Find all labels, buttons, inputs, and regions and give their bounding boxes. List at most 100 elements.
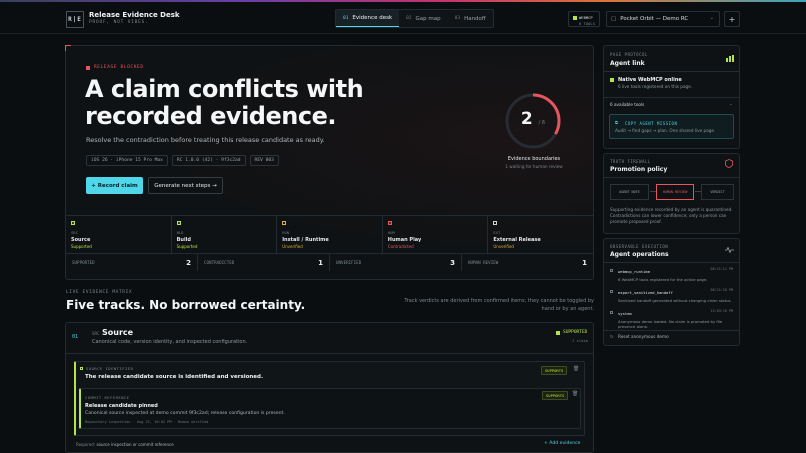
track-status-icon — [176, 221, 181, 225]
truth-tag: TRUTH FIREWALL — [610, 159, 651, 164]
status-square-icon — [86, 65, 90, 70]
tab-handoff[interactable]: 03 Handoff — [448, 10, 493, 27]
build-chips: iOS 26 · iPhone 15 Pro Max RC 1.0.0 (42)… — [86, 155, 279, 166]
log-checkbox-icon — [610, 269, 613, 272]
truth-title: Promotion policy — [610, 166, 668, 173]
matrix-tag: LIVE EVIDENCE MATRIX — [66, 290, 133, 295]
track-build[interactable]: BLD Build Supported — [172, 216, 278, 253]
project-select[interactable]: ▢ Pocket Orbit — Demo RC ⌄ — [606, 11, 720, 27]
device-chip: iOS 26 · iPhone 15 Pro Max — [86, 155, 168, 166]
track-external-release[interactable]: EXT External Release Unverified — [488, 216, 593, 253]
reset-icon: ↻ — [610, 334, 614, 339]
copy-icon: ⧉ — [615, 120, 618, 125]
track-status-badge: SUPPORTED — [556, 330, 587, 335]
track-code: SRC — [92, 331, 100, 336]
track-status-icon — [387, 221, 392, 225]
track-status-icon — [71, 221, 75, 225]
copy-mission-label: COPY AGENT MISSION — [625, 121, 678, 126]
track-human-play[interactable]: HUM Human Play Contradicted — [383, 216, 489, 253]
ops-item: webmcp_runtime 08:21:11 PM 6 WebMCP tool… — [610, 267, 733, 282]
app-logo: R|E — [66, 11, 84, 28]
protocol-title: Agent link — [610, 60, 645, 67]
flow-agent-note: AGENT NOTE — [610, 184, 649, 200]
trash-icon[interactable]: 🗑 — [573, 366, 579, 372]
status-badge: RELEASE BLOCKED — [86, 65, 144, 70]
webmcp-online-sub: 6 live tools registered on this page. — [618, 84, 693, 89]
truth-text: Supporting evidence recorded by an agent… — [610, 207, 733, 224]
summary-supported: SUPPORTED 2 — [66, 254, 198, 271]
page-headline: A claim conflicts with recorded evidence… — [85, 75, 364, 130]
receipt-meta: Repository inspection · Aug 21, 10:02 PM… — [85, 420, 209, 424]
record-claim-button[interactable]: + Record claim — [86, 177, 143, 194]
summary-human-review: HUMAN REVIEW 1 — [468, 258, 587, 267]
verdict-summary: SUPPORTED 2 CONTRADICTED 1 UNVERIFIED 3 HUM… — [66, 253, 593, 271]
summary-contradicted: CONTRADICTED 1 — [198, 254, 330, 271]
corner-accent — [65, 45, 71, 51]
reset-demo-button[interactable]: Reset anonymous demo — [618, 334, 669, 340]
track-number: 01 — [72, 334, 79, 340]
main-tabs: 01 Evidence desk 02 Gap map 03 Handoff — [335, 9, 494, 28]
protocol-tag: PAGE PROTOCOL — [610, 52, 648, 57]
status-dot-icon — [573, 16, 577, 20]
generate-next-steps-button[interactable]: Generate next steps → — [148, 177, 223, 194]
claim-title: The release candidate source is identifi… — [85, 374, 264, 380]
divider — [604, 177, 739, 178]
add-button[interactable]: + — [724, 11, 740, 27]
chevron-down-icon: ⌄ — [709, 15, 714, 21]
tab-gap-map[interactable]: 02 Gap map — [399, 10, 448, 27]
divider — [604, 97, 739, 98]
project-icon: ▢ — [611, 16, 617, 22]
divider — [604, 71, 739, 72]
claim-label: SOURCE IDENTIFIED — [80, 366, 133, 371]
status-square-icon — [556, 330, 560, 335]
track-subtitle: Canonical code, version identity, and in… — [92, 339, 248, 345]
receipt-title: Release candidate pinned — [85, 403, 158, 409]
receipt-supports-pill: SUPPORTS — [542, 391, 569, 400]
copy-mission-sub: Audit → find gaps → plan. One shared liv… — [615, 128, 716, 133]
add-evidence-button[interactable]: + Add evidence — [544, 441, 581, 446]
checkbox-icon — [80, 367, 83, 370]
summary-unverified: UNVERIFIED 3 — [330, 254, 462, 271]
online-dot-icon — [610, 78, 614, 82]
ring-value: 2 / 6 — [520, 109, 546, 129]
divider — [604, 330, 739, 331]
activity-icon — [725, 247, 734, 253]
matrix-title: Five tracks. No borrowed certainty. — [66, 298, 306, 312]
track-status-icon — [282, 221, 287, 225]
track-status-icon — [493, 221, 498, 225]
ring-sublabel: 1 waiting for human review — [505, 164, 563, 169]
supports-pill: SUPPORTS — [541, 366, 568, 375]
matrix-note: Track verdicts are derived from confirme… — [404, 298, 594, 312]
ops-item: export_sanitized_handoff 08:21:18 PM San… — [610, 288, 733, 303]
page-subline: Resolve the contradiction before treatin… — [86, 136, 325, 144]
track-runtime[interactable]: RUN Install / Runtime Unverified — [277, 216, 383, 253]
webmcp-status[interactable]: WEBMCP 6 TOOLS — [568, 11, 600, 27]
claim-count: 1 claim — [572, 338, 589, 343]
app-title: Release Evidence Desk — [89, 11, 180, 19]
webmcp-label: WEBMCP — [579, 15, 593, 20]
log-checkbox-icon — [610, 311, 613, 314]
required-evidence: Required: source inspection or commit re… — [76, 442, 174, 447]
ops-tag: OBSERVABLE EXECUTION — [610, 244, 669, 249]
copy-mission-button[interactable] — [609, 114, 734, 139]
tools-toggle[interactable]: 6 available tools — [610, 102, 644, 108]
trash-icon[interactable]: 🗑 — [572, 391, 578, 397]
chevron-down-icon[interactable]: ⌄ — [729, 101, 733, 107]
track-source[interactable]: SRC Source Supported — [66, 216, 172, 253]
tab-evidence-desk[interactable]: 01 Evidence desk — [336, 10, 400, 27]
receipt-label: COMMIT REFERENCE — [85, 395, 130, 400]
app-subtitle: PROOF, NOT VIBES. — [89, 20, 149, 25]
track-strip: SRC Source Supported BLD Build Supported… — [66, 215, 593, 253]
webmcp-online-title: Native WebMCP online — [618, 77, 682, 83]
webmcp-tools-count: 6 TOOLS — [579, 21, 596, 26]
build-chip: RC 1.0.0 (42) · 9f3c2ad — [171, 155, 246, 166]
divider — [66, 353, 593, 354]
revision-chip: REV 003 — [249, 155, 279, 166]
ops-item: system 12:03:10 PM Anonymous demo loaded… — [610, 309, 733, 329]
shield-icon — [725, 159, 733, 168]
ops-title: Agent operations — [610, 251, 669, 258]
signal-bars-icon — [726, 55, 734, 62]
flow-human-review: HUMAN REVIEW — [656, 184, 694, 200]
log-checkbox-icon — [610, 290, 613, 293]
divider — [604, 262, 739, 263]
